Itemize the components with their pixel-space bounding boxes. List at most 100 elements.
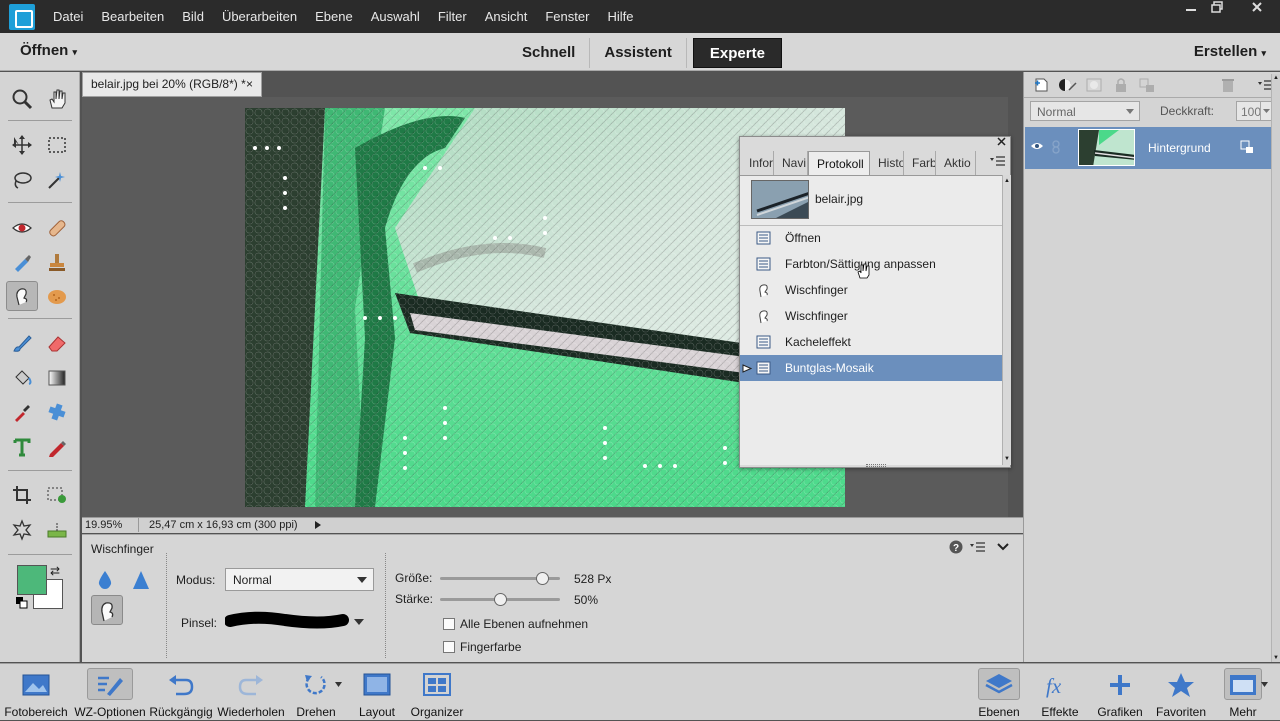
text-tool-icon[interactable] xyxy=(6,432,38,462)
strength-slider-thumb[interactable] xyxy=(494,593,507,606)
options-menu-icon[interactable] xyxy=(970,541,986,556)
custom-shape-tool-icon[interactable] xyxy=(41,397,73,427)
zoom-readout[interactable]: 19.95% xyxy=(85,519,122,531)
hand-tool-icon[interactable] xyxy=(41,84,73,114)
swap-colors-icon[interactable]: ⇄ xyxy=(50,564,64,578)
history-step[interactable]: Wischfinger xyxy=(740,303,1002,329)
layer-name[interactable]: Hintergrund xyxy=(1148,141,1211,155)
brush-picker-chevron-icon[interactable] xyxy=(354,619,364,625)
menu-bearbeiten[interactable]: Bearbeiten xyxy=(92,9,173,24)
tab-schnell[interactable]: Schnell xyxy=(508,38,591,68)
scroll-down-icon[interactable]: ▼ xyxy=(1273,655,1279,661)
tab-histogramm[interactable]: Histo xyxy=(870,151,904,175)
pencil-tool-icon[interactable] xyxy=(41,432,73,462)
panel-menu-icon[interactable] xyxy=(990,155,1006,170)
create-menu-button[interactable]: Erstellen ▾ xyxy=(1194,43,1266,60)
document-tab[interactable]: belair.jpg bei 20% (RGB/8*) * × xyxy=(82,72,262,97)
tab-aktionen[interactable]: Aktio xyxy=(936,151,976,175)
effects-button[interactable]: fx Effekte xyxy=(1034,664,1086,721)
layer-row-hintergrund[interactable]: Hintergrund xyxy=(1025,127,1280,169)
menu-ansicht[interactable]: Ansicht xyxy=(476,9,537,24)
favorites-button[interactable]: Favoriten xyxy=(1153,664,1209,721)
smudge-tool-option-icon[interactable] xyxy=(91,595,123,625)
history-step[interactable]: Öffnen xyxy=(740,225,1002,251)
collapse-chevron-icon[interactable] xyxy=(997,541,1009,555)
straighten-tool-icon[interactable] xyxy=(41,515,73,545)
history-step[interactable]: Farbton/Sättigung anpassen xyxy=(740,251,1002,277)
status-menu-arrow-icon[interactable] xyxy=(313,518,323,532)
tool-options-button[interactable]: WZ-Optionen xyxy=(74,664,146,721)
sharpen-tool-icon[interactable] xyxy=(131,569,151,594)
brush-tool-icon[interactable] xyxy=(6,328,38,358)
lock-icon[interactable] xyxy=(1114,77,1128,93)
eraser-tool-icon[interactable] xyxy=(41,328,73,358)
scroll-down-icon[interactable]: ▼ xyxy=(1004,456,1010,462)
clone-stamp-tool-icon[interactable] xyxy=(41,247,73,277)
smart-brush-tool-icon[interactable] xyxy=(6,247,38,277)
tab-farbfelder[interactable]: Farbf xyxy=(904,151,936,175)
tab-experte[interactable]: Experte xyxy=(692,38,782,68)
spot-healing-tool-icon[interactable] xyxy=(41,213,73,243)
new-layer-icon[interactable] xyxy=(1033,77,1049,93)
delete-layer-icon[interactable] xyxy=(1221,77,1235,93)
size-slider[interactable] xyxy=(440,572,560,585)
blur-tool-icon[interactable] xyxy=(95,569,115,594)
eye-visibility-icon[interactable] xyxy=(1030,141,1044,151)
menu-ueberarbeiten[interactable]: Überarbeiten xyxy=(213,9,306,24)
history-step-selected[interactable]: Buntglas-Mosaik xyxy=(740,355,1002,381)
close-document-icon[interactable]: × xyxy=(246,73,253,96)
menu-hilfe[interactable]: Hilfe xyxy=(598,9,642,24)
menu-bild[interactable]: Bild xyxy=(173,9,213,24)
scroll-up-icon[interactable]: ▲ xyxy=(1273,75,1279,81)
sponge-tool-icon[interactable] xyxy=(41,281,73,311)
more-button[interactable]: Mehr xyxy=(1218,664,1268,721)
menu-auswahl[interactable]: Auswahl xyxy=(362,9,429,24)
layers-scrollbar[interactable]: ▲ ▼ xyxy=(1271,74,1280,662)
foreground-color-swatch[interactable] xyxy=(17,565,47,595)
redo-button[interactable]: Wiederholen xyxy=(216,664,286,721)
default-colors-icon[interactable] xyxy=(16,597,28,609)
scroll-up-icon[interactable]: ▲ xyxy=(1004,178,1010,184)
smudge-tool-icon[interactable] xyxy=(6,281,38,311)
tab-protokoll[interactable]: Protokoll xyxy=(808,151,870,175)
link-icon[interactable] xyxy=(1051,140,1061,154)
restore-icon[interactable] xyxy=(1202,0,1232,18)
layer-lock-icon[interactable] xyxy=(1240,140,1254,154)
sample-all-layers-checkbox[interactable] xyxy=(443,618,455,630)
tab-info[interactable]: Infor xyxy=(741,151,774,175)
rotate-button[interactable]: Drehen xyxy=(288,664,344,721)
tab-navigator[interactable]: Navi xyxy=(774,151,808,175)
lock-all-icon[interactable] xyxy=(1139,77,1155,93)
layout-button[interactable]: Layout xyxy=(350,664,404,721)
paint-bucket-tool-icon[interactable] xyxy=(6,363,38,393)
snapshot-name[interactable]: belair.jpg xyxy=(815,192,863,206)
cookie-cutter-tool-icon[interactable] xyxy=(6,515,38,545)
history-scrollbar[interactable]: ▲ ▼ xyxy=(1002,175,1011,465)
crop-tool-icon[interactable] xyxy=(6,480,38,510)
quick-selection-tool-icon[interactable] xyxy=(41,165,73,195)
brush-preview[interactable] xyxy=(224,609,350,633)
layers-button[interactable]: Ebenen xyxy=(974,664,1024,721)
red-eye-tool-icon[interactable] xyxy=(6,213,38,243)
menu-filter[interactable]: Filter xyxy=(429,9,476,24)
close-window-icon[interactable] xyxy=(1237,0,1277,18)
tab-assistent[interactable]: Assistent xyxy=(590,38,687,68)
panel-resize-grip[interactable] xyxy=(866,464,886,467)
menu-datei[interactable]: Datei xyxy=(44,9,92,24)
gradient-tool-icon[interactable] xyxy=(41,363,73,393)
chevron-down-icon[interactable] xyxy=(1261,682,1268,687)
open-menu-button[interactable]: Öffnen ▾ xyxy=(20,42,77,59)
photo-bin-button[interactable]: Fotobereich xyxy=(0,664,72,721)
close-panel-icon[interactable] xyxy=(997,137,1006,149)
history-step[interactable]: Kacheleffekt xyxy=(740,329,1002,355)
eyedropper-tool-icon[interactable] xyxy=(6,397,38,427)
strength-slider[interactable] xyxy=(440,593,560,606)
size-slider-thumb[interactable] xyxy=(536,572,549,585)
organizer-button[interactable]: Organizer xyxy=(406,664,468,721)
menu-ebene[interactable]: Ebene xyxy=(306,9,362,24)
blend-mode-select[interactable]: Normal xyxy=(1030,101,1140,121)
finger-paint-checkbox[interactable] xyxy=(443,641,455,653)
move-tool-icon[interactable] xyxy=(6,130,38,160)
recompose-tool-icon[interactable] xyxy=(41,480,73,510)
marquee-tool-icon[interactable] xyxy=(41,130,73,160)
